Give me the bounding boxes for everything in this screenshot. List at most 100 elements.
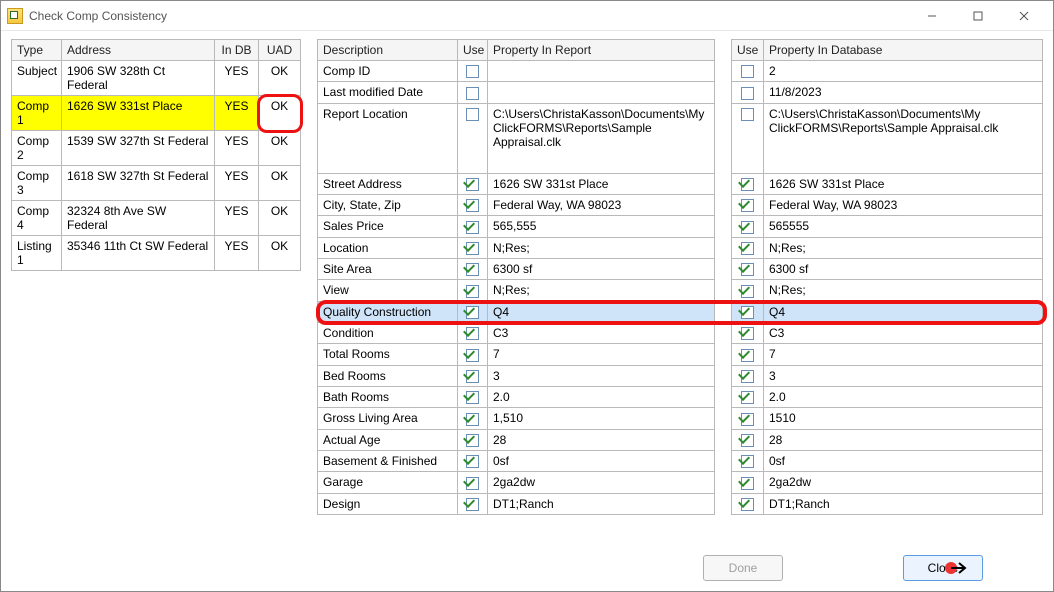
use-cell[interactable] — [458, 280, 488, 301]
table-row[interactable]: Bath Rooms2.0 — [318, 386, 715, 407]
use-cell[interactable] — [458, 386, 488, 407]
use-cell[interactable] — [732, 258, 764, 279]
checkbox[interactable] — [466, 242, 479, 255]
table-row[interactable]: Garage2ga2dw — [318, 472, 715, 493]
checkbox[interactable] — [466, 263, 479, 276]
table-row[interactable]: Basement & Finished0sf — [318, 450, 715, 471]
table-row[interactable]: LocationN;Res; — [318, 237, 715, 258]
table-row[interactable]: 2 — [732, 61, 1043, 82]
checkbox[interactable] — [741, 498, 754, 511]
checkbox[interactable] — [741, 349, 754, 362]
checkbox[interactable] — [741, 199, 754, 212]
table-row[interactable]: 2ga2dw — [732, 472, 1043, 493]
use-cell[interactable] — [458, 61, 488, 82]
close-button[interactable]: Close — [903, 555, 983, 581]
checkbox[interactable] — [466, 349, 479, 362]
use-cell[interactable] — [458, 450, 488, 471]
table-row[interactable]: Bed Rooms3 — [318, 365, 715, 386]
use-cell[interactable] — [732, 216, 764, 237]
checkbox[interactable] — [741, 285, 754, 298]
database-table[interactable]: Use Property In Database 211/8/2023C:\Us… — [731, 39, 1043, 515]
table-row[interactable]: N;Res; — [732, 280, 1043, 301]
use-cell[interactable] — [732, 429, 764, 450]
use-cell[interactable] — [732, 103, 764, 173]
checkbox[interactable] — [466, 178, 479, 191]
col-description[interactable]: Description — [318, 40, 458, 61]
table-row[interactable]: 28 — [732, 429, 1043, 450]
table-row[interactable]: 7 — [732, 344, 1043, 365]
table-row[interactable]: ViewN;Res; — [318, 280, 715, 301]
use-cell[interactable] — [458, 322, 488, 343]
use-cell[interactable] — [732, 82, 764, 103]
use-cell[interactable] — [732, 386, 764, 407]
maximize-button[interactable] — [955, 1, 1001, 31]
table-row[interactable]: Gross Living Area1,510 — [318, 408, 715, 429]
table-row[interactable]: Street Address1626 SW 331st Place — [318, 173, 715, 194]
checkbox[interactable] — [741, 455, 754, 468]
table-row[interactable]: 0sf — [732, 450, 1043, 471]
comp-list-table[interactable]: Type Address In DB UAD Subject1906 SW 32… — [11, 39, 301, 271]
table-row[interactable]: Last modified Date — [318, 82, 715, 103]
table-row[interactable]: 2.0 — [732, 386, 1043, 407]
checkbox[interactable] — [466, 370, 479, 383]
checkbox[interactable] — [466, 199, 479, 212]
table-row[interactable]: Quality ConstructionQ4 — [318, 301, 715, 322]
checkbox[interactable] — [741, 370, 754, 383]
done-button[interactable]: Done — [703, 555, 783, 581]
checkbox[interactable] — [741, 434, 754, 447]
checkbox[interactable] — [741, 242, 754, 255]
checkbox[interactable] — [466, 327, 479, 340]
col-address[interactable]: Address — [62, 40, 215, 61]
checkbox[interactable] — [741, 306, 754, 319]
checkbox[interactable] — [466, 477, 479, 490]
table-row[interactable]: Comp 11626 SW 331st PlaceYESOK — [12, 96, 301, 131]
table-row[interactable]: Site Area6300 sf — [318, 258, 715, 279]
use-cell[interactable] — [458, 408, 488, 429]
checkbox[interactable] — [741, 391, 754, 404]
table-row[interactable]: 1626 SW 331st Place — [732, 173, 1043, 194]
report-table[interactable]: Description Use Property In Report Comp … — [317, 39, 715, 515]
col-use-db[interactable]: Use — [732, 40, 764, 61]
use-cell[interactable] — [458, 194, 488, 215]
table-row[interactable]: N;Res; — [732, 237, 1043, 258]
checkbox[interactable] — [466, 455, 479, 468]
table-row[interactable]: Subject1906 SW 328th Ct FederalYESOK — [12, 61, 301, 96]
use-cell[interactable] — [732, 194, 764, 215]
checkbox[interactable] — [741, 221, 754, 234]
checkbox[interactable] — [466, 65, 479, 78]
checkbox[interactable] — [741, 108, 754, 121]
checkbox[interactable] — [466, 285, 479, 298]
col-uad[interactable]: UAD — [259, 40, 301, 61]
checkbox[interactable] — [466, 391, 479, 404]
table-row[interactable]: Sales Price565,555 — [318, 216, 715, 237]
use-cell[interactable] — [458, 365, 488, 386]
checkbox[interactable] — [466, 498, 479, 511]
table-row[interactable]: Comp 21539 SW 327th St FederalYESOK — [12, 131, 301, 166]
table-row[interactable]: C:\Users\ChristaKasson\Documents\My Clic… — [732, 103, 1043, 173]
checkbox[interactable] — [466, 413, 479, 426]
table-row[interactable]: Actual Age28 — [318, 429, 715, 450]
use-cell[interactable] — [732, 61, 764, 82]
close-window-button[interactable] — [1001, 1, 1047, 31]
checkbox[interactable] — [466, 221, 479, 234]
col-indb[interactable]: In DB — [215, 40, 259, 61]
table-row[interactable]: Comp 432324 8th Ave SW FederalYESOK — [12, 201, 301, 236]
col-property-in-database[interactable]: Property In Database — [764, 40, 1043, 61]
table-row[interactable]: Comp 31618 SW 327th St FederalYESOK — [12, 166, 301, 201]
use-cell[interactable] — [458, 82, 488, 103]
use-cell[interactable] — [458, 173, 488, 194]
table-row[interactable]: Federal Way, WA 98023 — [732, 194, 1043, 215]
checkbox[interactable] — [466, 108, 479, 121]
use-cell[interactable] — [458, 429, 488, 450]
checkbox[interactable] — [466, 306, 479, 319]
checkbox[interactable] — [466, 87, 479, 100]
checkbox[interactable] — [741, 178, 754, 191]
table-row[interactable]: Listing 135346 11th Ct SW FederalYESOK — [12, 236, 301, 271]
checkbox[interactable] — [741, 87, 754, 100]
col-use[interactable]: Use — [458, 40, 488, 61]
checkbox[interactable] — [741, 327, 754, 340]
use-cell[interactable] — [732, 344, 764, 365]
table-row[interactable]: 3 — [732, 365, 1043, 386]
table-row[interactable]: 565555 — [732, 216, 1043, 237]
use-cell[interactable] — [458, 493, 488, 514]
